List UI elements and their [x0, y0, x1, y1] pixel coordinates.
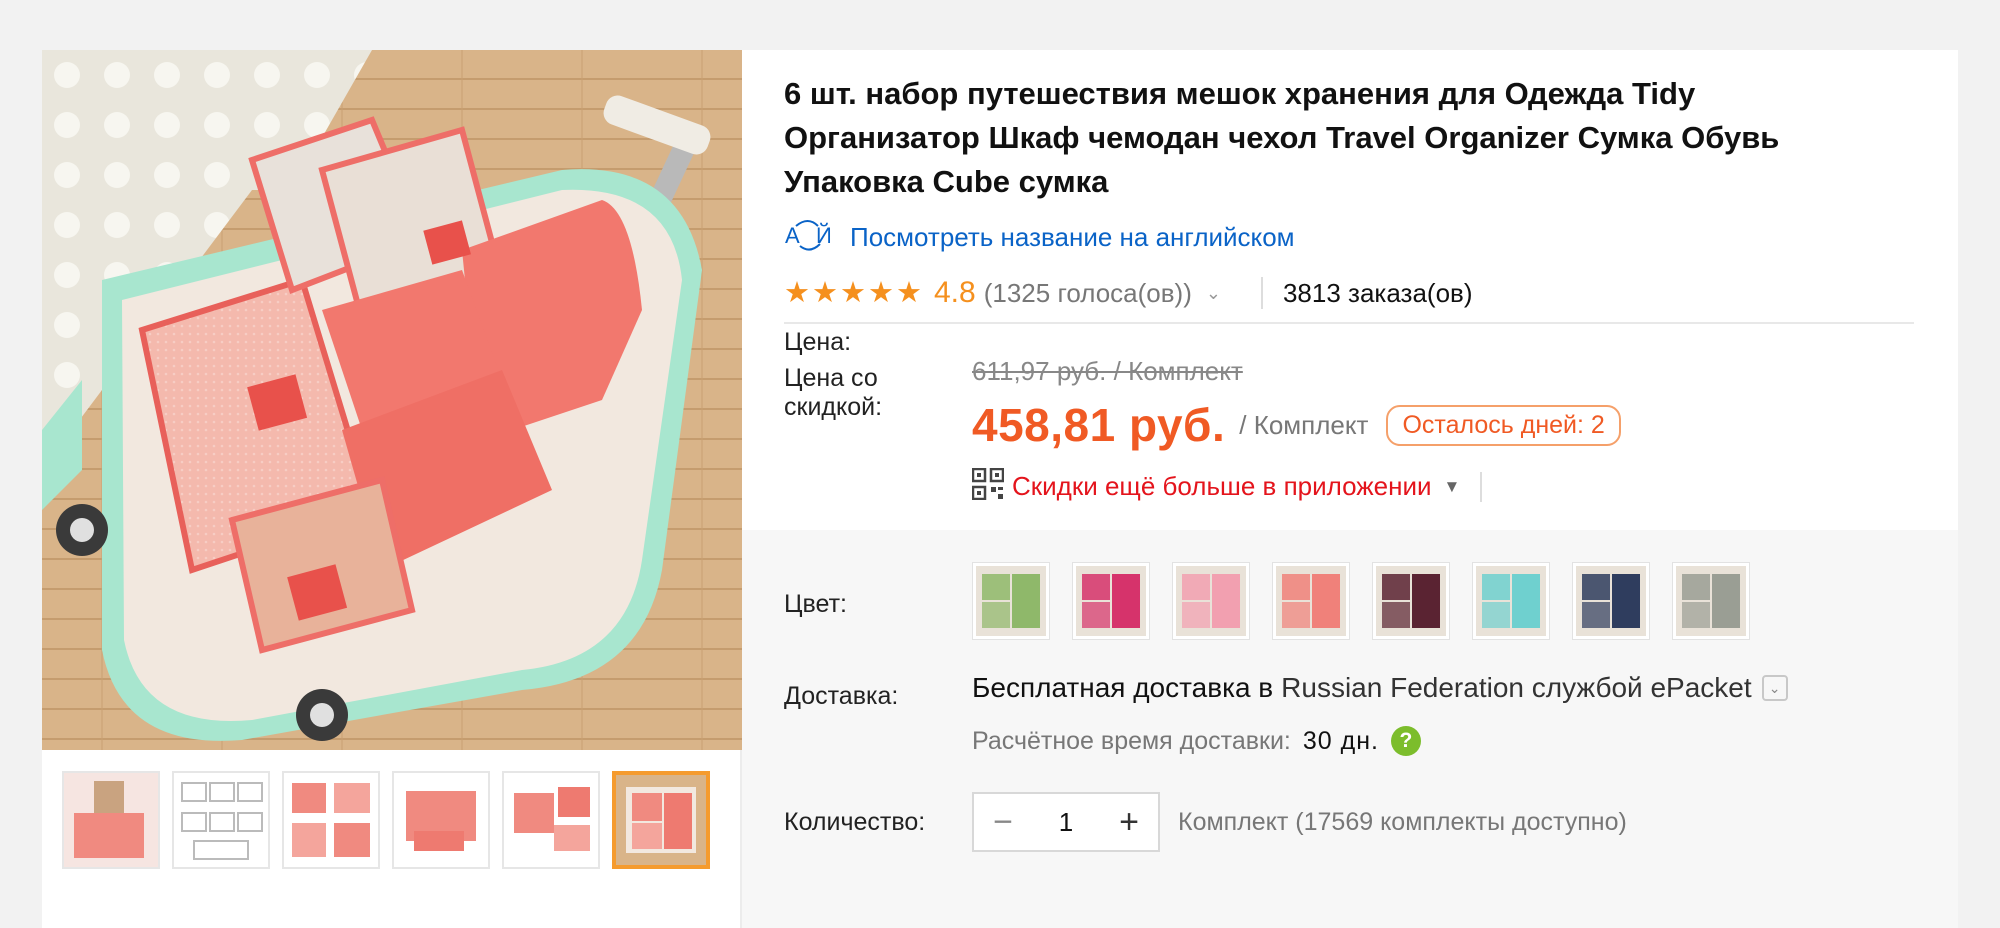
price-unit: / Комплект — [1239, 409, 1369, 440]
chevron-down-icon[interactable]: ⌄ — [1761, 675, 1788, 701]
app-discount-row: Скидки ещё больше в приложении ▼ — [971, 467, 1483, 505]
votes-count[interactable]: (1325 голоса(ов)) — [984, 278, 1192, 309]
product-title: 6 шт. набор путешествия мешок хранения д… — [784, 76, 1780, 199]
rating-value: 4.8 — [934, 276, 976, 309]
divider — [1260, 277, 1263, 309]
qr-code-icon[interactable] — [971, 467, 1005, 505]
color-swatch-8[interactable] — [1672, 562, 1750, 640]
orders-count: 3813 заказа(ов) — [1282, 277, 1473, 308]
increase-quantity-button[interactable]: + — [1100, 794, 1158, 850]
thumbnail-4[interactable] — [392, 771, 490, 869]
color-label: Цвет: — [784, 590, 847, 618]
swatch-image — [1076, 566, 1146, 636]
star-icon: ★ — [896, 276, 922, 309]
translate-row: A Й Посмотреть название на английском — [784, 218, 1295, 257]
product-info: 6 шт. набор путешествия мешок хранения д… — [742, 50, 1958, 928]
translate-icon[interactable]: A Й — [784, 218, 834, 257]
color-swatch-5[interactable] — [1372, 562, 1450, 640]
color-swatch-3[interactable] — [1172, 562, 1250, 640]
decrease-quantity-button[interactable]: − — [974, 794, 1032, 850]
free-shipping-text: Бесплатная доставка в — [972, 672, 1274, 703]
quantity-input[interactable]: 1 — [1032, 794, 1100, 850]
caret-down-icon[interactable]: ▼ — [1444, 477, 1461, 497]
discount-price: 458,81 руб. — [972, 399, 1226, 451]
help-icon[interactable]: ? — [1390, 726, 1421, 756]
star-icon: ★ — [812, 276, 838, 309]
days-left-badge: Осталось дней: 2 — [1386, 404, 1621, 446]
star-icon: ★ — [868, 276, 894, 309]
stock-available: Комплект (17569 комплекты доступно) — [1178, 807, 1627, 836]
view-english-title-link[interactable]: Посмотреть название на английском — [850, 222, 1295, 253]
swatch-image — [1676, 566, 1746, 636]
chevron-down-icon[interactable]: ⌄ — [1206, 283, 1221, 304]
swatch-image — [1476, 566, 1546, 636]
discount-price-label: Цена со скидкой: — [784, 364, 883, 421]
price-label: Цена: — [784, 328, 852, 356]
swatch-image — [1576, 566, 1646, 636]
delivery-estimate: Расчётное время доставки: 30 дн. ? — [972, 726, 1421, 756]
image-gallery — [42, 50, 742, 928]
thumbnail-5[interactable] — [502, 771, 600, 869]
main-product-image[interactable] — [42, 50, 742, 750]
star-icon: ★ — [840, 276, 866, 309]
divider — [1480, 471, 1483, 502]
color-swatch-1[interactable] — [972, 562, 1050, 640]
color-swatch-2[interactable] — [1072, 562, 1150, 640]
swatch-image — [1376, 566, 1446, 636]
thumbnail-strip — [62, 771, 710, 869]
shipping-info: Бесплатная доставка в Russian Federation… — [972, 672, 1788, 704]
quantity-label: Количество: — [784, 808, 926, 836]
swatch-image — [976, 566, 1046, 636]
eta-label: Расчётное время доставки: — [972, 726, 1291, 755]
thumbnail-1[interactable] — [62, 771, 160, 869]
color-swatch-4[interactable] — [1272, 562, 1350, 640]
color-swatch-6[interactable] — [1472, 562, 1550, 640]
rating-row: ★ ★ ★ ★ ★ 4.8 (1325 голоса(ов)) ⌄ 3813 з… — [784, 264, 1914, 324]
color-swatch-7[interactable] — [1572, 562, 1650, 640]
thumbnail-3[interactable] — [282, 771, 380, 869]
quantity-row: − 1 + Комплект (17569 комплекты доступно… — [972, 792, 1627, 852]
original-price: 611,97 руб. / Комплект — [972, 356, 1243, 386]
thumbnail-2[interactable] — [172, 771, 270, 869]
product-page: 6 шт. набор путешествия мешок хранения д… — [42, 50, 1958, 928]
rating-stars: ★ ★ ★ ★ ★ — [784, 276, 922, 309]
star-icon: ★ — [784, 276, 810, 309]
eta-value: 30 дн. — [1302, 726, 1379, 755]
quantity-stepper: − 1 + — [972, 792, 1160, 852]
discount-price-row: 458,81 руб. / Комплект Осталось дней: 2 — [972, 398, 1621, 452]
swatch-image — [1276, 566, 1346, 636]
suitcase-photo — [42, 50, 742, 750]
color-swatches — [972, 562, 1750, 640]
shipping-destination[interactable]: Russian Federation службой ePacket — [1281, 672, 1751, 704]
shipping-label: Доставка: — [784, 682, 899, 710]
app-discount-link[interactable]: Скидки ещё больше в приложении — [1012, 471, 1432, 502]
swatch-image — [1176, 566, 1246, 636]
svg-text:A: A — [785, 223, 800, 248]
thumbnail-6-active[interactable] — [612, 771, 710, 869]
